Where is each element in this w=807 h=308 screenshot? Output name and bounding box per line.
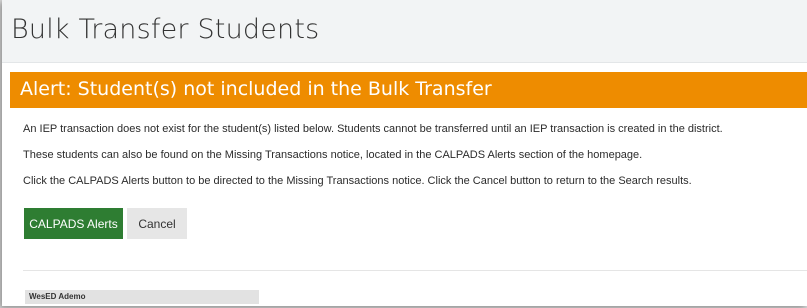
app-window: Bulk Transfer Students Alert: Student(s)…	[2, 0, 807, 306]
page-title: Bulk Transfer Students	[11, 14, 320, 45]
divider	[23, 270, 807, 271]
alert-message-missing-transactions: These students can also be found on the …	[23, 149, 643, 161]
alert-body: An IEP transaction does not exist for th…	[10, 108, 807, 306]
alert-message-iep: An IEP transaction does not exist for th…	[23, 123, 723, 135]
organization-label: WesED Ademo	[29, 292, 86, 301]
cancel-button[interactable]: Cancel	[127, 208, 187, 239]
organization-group-header: WesED Ademo	[25, 290, 259, 304]
page-header: Bulk Transfer Students	[2, 0, 807, 63]
calpads-alerts-button[interactable]: CALPADS Alerts	[24, 208, 123, 239]
alert-title: Alert: Student(s) not included in the Bu…	[20, 78, 492, 100]
alert-header: Alert: Student(s) not included in the Bu…	[10, 72, 807, 108]
alert-message-instructions: Click the CALPADS Alerts button to be di…	[23, 175, 692, 187]
